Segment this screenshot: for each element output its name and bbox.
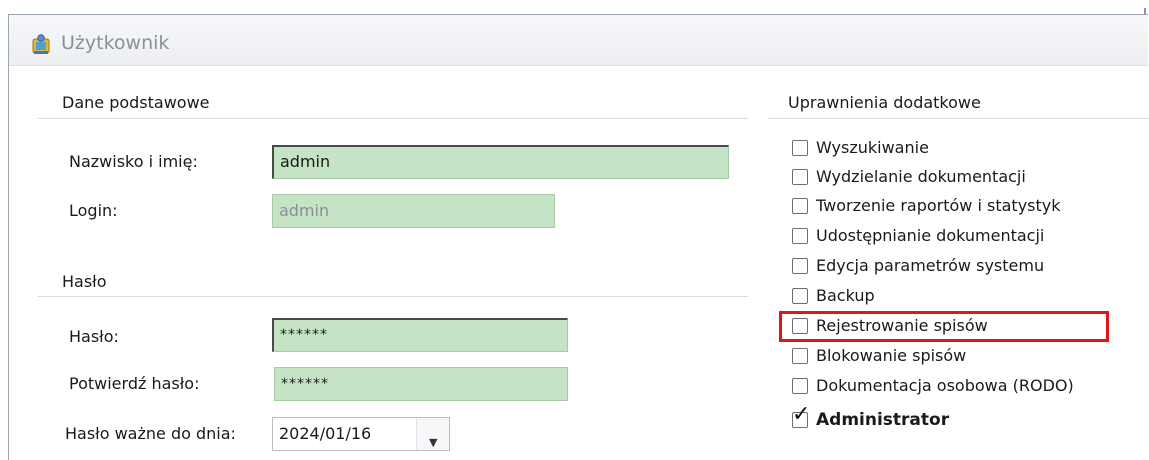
basic-section-title: Dane podstawowe: [62, 93, 210, 112]
checkbox[interactable]: [792, 140, 808, 156]
checkbox[interactable]: [792, 258, 808, 274]
checkbox[interactable]: [792, 169, 808, 185]
permissions-section-divider: [768, 118, 1149, 119]
password-input[interactable]: ******: [272, 318, 568, 352]
confirm-password-input[interactable]: ******: [274, 367, 568, 401]
name-label: Nazwisko i imię:: [69, 152, 198, 171]
valid-until-label: Hasło ważne do dnia:: [65, 424, 236, 443]
password-label: Hasło:: [69, 327, 119, 346]
date-dropdown-button[interactable]: ▼: [416, 418, 449, 450]
checkbox[interactable]: [792, 198, 808, 214]
checkbox[interactable]: [792, 348, 808, 364]
password-section-title: Hasło: [62, 272, 107, 291]
checkbox-checked[interactable]: ✓: [792, 404, 810, 428]
checkbox[interactable]: [792, 228, 808, 244]
title-bar: Użytkownik: [9, 15, 1148, 66]
login-input[interactable]: admin: [272, 194, 555, 228]
checkmark-icon: ✓: [792, 402, 811, 427]
highlight-annotation-box: [779, 311, 1109, 342]
confirm-password-label: Potwierdź hasło:: [69, 374, 200, 393]
valid-until-date-picker[interactable]: 2024/01/16 ▼: [272, 417, 450, 451]
login-label: Login:: [69, 201, 118, 220]
basic-section-divider: [38, 118, 748, 119]
chevron-down-icon: ▼: [429, 436, 438, 449]
user-card-icon: [32, 34, 50, 54]
valid-until-value: 2024/01/16: [279, 424, 372, 443]
name-input[interactable]: admin: [272, 145, 729, 179]
password-section-divider: [38, 296, 748, 297]
permissions-section-title: Uprawnienia dodatkowe: [788, 93, 981, 112]
checkbox[interactable]: [792, 378, 808, 394]
checkbox[interactable]: [792, 288, 808, 304]
window-title: Użytkownik: [61, 32, 170, 54]
